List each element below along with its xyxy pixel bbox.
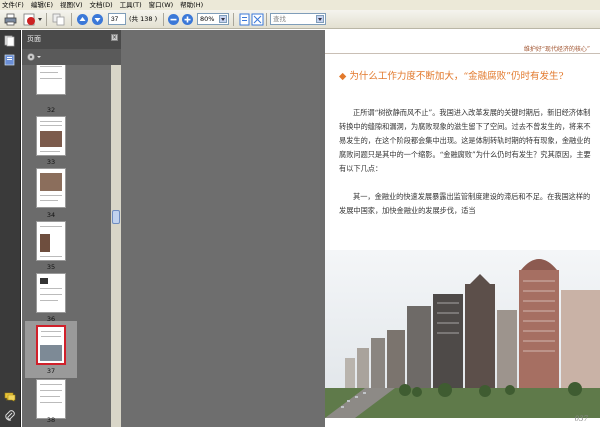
document-background [121,30,325,427]
zoom-in-icon[interactable] [181,13,194,26]
scrollbar-thumb[interactable] [112,210,120,224]
thumbnail-page-selected[interactable] [36,325,66,365]
next-page-icon[interactable] [91,13,104,26]
chevron-down-icon[interactable] [37,13,43,26]
zoom-select[interactable]: 80% [197,13,229,25]
thumbnail-page[interactable] [36,379,66,419]
acrobat-icon[interactable] [23,13,36,26]
menu-edit[interactable]: 编辑(E) [31,0,53,10]
body-paragraph: 正所谓“树欲静而风不止”。我国进入改革发展的关键时期后，新旧经济体制转换中的缝隙… [339,108,591,173]
menu-document[interactable]: 文档(D) [90,0,113,10]
page-total: (共 138 ) [129,15,158,23]
toolbar: (共 138 ) 80% 查找 [0,10,600,29]
fit-page-icon[interactable] [251,13,264,26]
thumbnail-label: 36 [46,315,56,323]
comments-icon[interactable] [4,391,16,403]
toolbar-separator [163,13,164,26]
zoom-out-icon[interactable] [167,13,180,26]
section-heading: ◆ 为什么工作力度不断加大，“金融腐败”仍时有发生? [339,71,564,82]
bookmarks-icon[interactable] [4,54,16,66]
print-icon[interactable] [4,13,17,26]
toolbar-separator [266,13,267,26]
menu-window[interactable]: 窗口(W) [149,0,174,10]
chevron-down-icon[interactable] [219,15,227,23]
toolbar-separator [233,13,234,26]
previous-page-icon[interactable] [76,13,89,26]
thumbnail-label: 32 [46,106,56,114]
page-number-input[interactable] [108,13,126,25]
pages-panel: 页面 × 32 33 34 35 36 37 38 [22,30,121,427]
pages-icon[interactable] [4,35,16,47]
thumbnail-page[interactable] [36,116,66,156]
zoom-value: 80% [200,15,215,23]
chevron-down-icon[interactable] [316,15,324,23]
menu-bar: 文件(F) 编辑(E) 视图(V) 文档(D) 工具(T) 窗口(W) 帮助(H… [0,0,600,10]
panel-options-bar [22,49,121,65]
page-number: 037 [574,415,588,423]
thumbnail-label: 38 [46,416,56,424]
thumbnail-label: 34 [46,211,56,219]
single-page-icon[interactable] [238,13,251,26]
menu-file[interactable]: 文件(F) [2,0,24,10]
toolbar-separator [71,13,72,26]
search-placeholder: 查找 [273,15,286,23]
close-icon[interactable]: × [111,34,118,41]
thumbnail-page[interactable] [36,168,66,208]
menu-help[interactable]: 帮助(H) [180,0,203,10]
thumbnail-page[interactable] [36,273,66,313]
menu-view[interactable]: 视图(V) [60,0,83,10]
options-icon[interactable] [26,52,42,62]
thumbnail-label: 33 [46,158,56,166]
city-skyline-photo [325,250,600,418]
menu-tools[interactable]: 工具(T) [120,0,142,10]
attachment-icon[interactable] [4,410,16,422]
panel-header: 页面 × [22,30,121,49]
running-head: 维护好“现代经济的核心” [523,46,590,53]
running-head-rule [325,53,600,54]
thumbnail-scrollbar[interactable] [111,65,121,427]
thumbnail-list: 32 33 34 35 36 37 38 [22,65,111,427]
panel-title: 页面 [27,35,41,43]
body-paragraph: 其一，金融业的快速发展暴露出监管制度建设的滞后和不足。在我国这样的发展中国家，加… [339,192,591,215]
thumbnail-label: 37 [46,367,56,375]
toolbar-separator [46,13,47,26]
copy-icon[interactable] [52,13,65,26]
navigation-icon-strip [0,30,21,427]
panel-header-spacer [6,35,7,36]
thumbnail-label: 35 [46,263,56,271]
search-field[interactable]: 查找 [270,13,326,25]
document-page: 维护好“现代经济的核心” ◆ 为什么工作力度不断加大，“金融腐败”仍时有发生? … [325,30,600,427]
thumbnail-page[interactable] [36,65,66,95]
thumbnail-page[interactable] [36,221,66,261]
